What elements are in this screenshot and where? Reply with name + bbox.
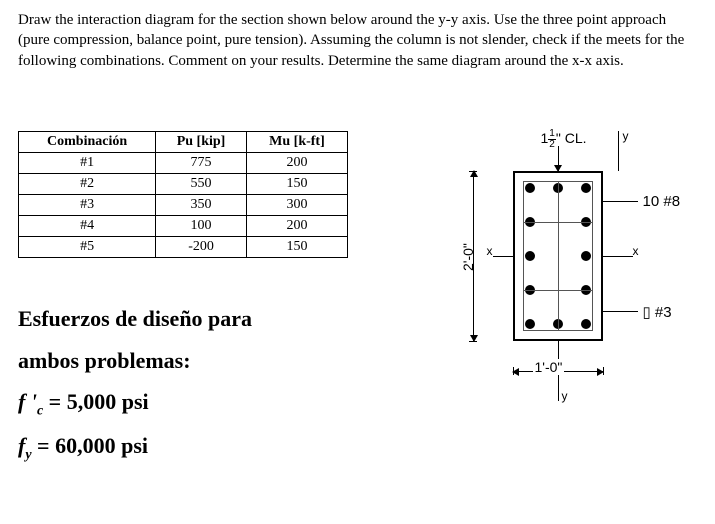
cell: 200: [246, 215, 347, 236]
cell: 300: [246, 194, 347, 215]
cell: #5: [19, 236, 156, 257]
table-row: #4 100 200: [19, 215, 348, 236]
rebar-icon: [581, 319, 591, 329]
rebar-icon: [525, 183, 535, 193]
cell: 200: [246, 152, 347, 173]
load-table: Combinación Pu [kip] Mu [k-ft] #1 775 20…: [18, 131, 348, 258]
col-header-mu: Mu [k-ft]: [246, 131, 347, 152]
cell: 150: [246, 236, 347, 257]
rebar-icon: [581, 251, 591, 261]
cell: #3: [19, 194, 156, 215]
ties-label: ▯ #3: [643, 303, 672, 321]
rebar-icon: [581, 183, 591, 193]
rebar-icon: [525, 251, 535, 261]
cell: #2: [19, 173, 156, 194]
table-row: #3 350 300: [19, 194, 348, 215]
height-label: 2'-0": [460, 243, 476, 271]
fc-formula: f 'c = 5,000 psi: [18, 381, 378, 425]
cell: #1: [19, 152, 156, 173]
width-label: 1'-0": [533, 359, 565, 375]
cell: 100: [156, 215, 247, 236]
y-axis-label: y: [562, 389, 568, 403]
fy-formula: fy = 60,000 psi: [18, 425, 378, 469]
cover-label: 112" CL.: [541, 129, 587, 150]
y-axis-label: y: [623, 129, 629, 143]
col-header-pu: Pu [kip]: [156, 131, 247, 152]
cell: 775: [156, 152, 247, 173]
col-header-combo: Combinación: [19, 131, 156, 152]
table-row: #5 -200 150: [19, 236, 348, 257]
cell: 350: [156, 194, 247, 215]
problem-statement: Draw the interaction diagram for the sec…: [18, 10, 697, 71]
cell: #4: [19, 215, 156, 236]
cell: 550: [156, 173, 247, 194]
table-row: #1 775 200: [19, 152, 348, 173]
x-axis-label: x: [633, 244, 639, 258]
cell: 150: [246, 173, 347, 194]
cell: -200: [156, 236, 247, 257]
cross-section-diagram: y 112" CL. x x y: [423, 131, 683, 411]
design-title-2: ambos problemas:: [18, 340, 378, 382]
design-title-1: Esfuerzos de diseño para: [18, 298, 378, 340]
bars-label: 10 #8: [643, 193, 681, 210]
x-axis-label: x: [487, 244, 493, 258]
rebar-icon: [525, 319, 535, 329]
table-row: #2 550 150: [19, 173, 348, 194]
